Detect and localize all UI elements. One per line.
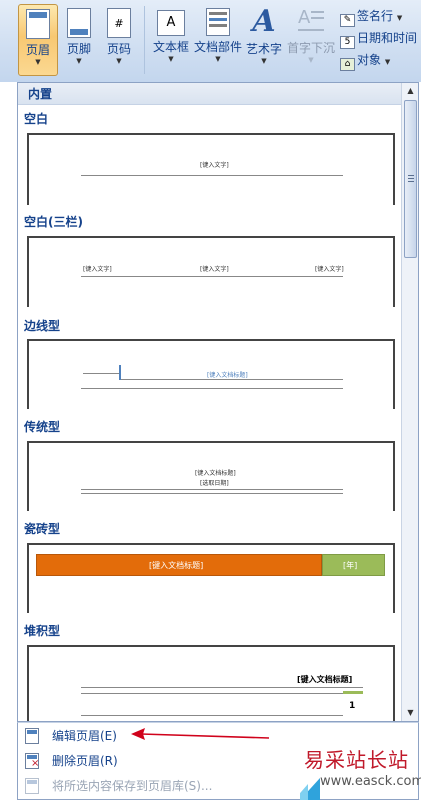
section-title: 堆积型: [24, 624, 61, 638]
divider: [81, 693, 343, 694]
chevron-down-icon: ▼: [35, 58, 41, 66]
footer-button-label: 页脚: [66, 42, 91, 56]
object-label: 对象: [357, 53, 382, 67]
header-gallery: 空白 [键入文字] 空白(三栏) [键入文字] [键入文字] [键入文字] 边线…: [18, 106, 400, 721]
section-title: 瓷砖型: [24, 522, 61, 536]
drop-cap-icon: A: [298, 7, 324, 37]
header-button[interactable]: 页眉 ▼: [18, 4, 58, 76]
chevron-down-icon: ▼: [116, 57, 122, 65]
gallery-scrollbar[interactable]: ▲ ▼: [401, 83, 418, 721]
header-gallery-panel: 内置 空白 [键入文字] 空白(三栏) [键入文字] [键入文字] [键入文字]…: [17, 82, 419, 722]
scroll-up-icon[interactable]: ▲: [402, 83, 418, 99]
menu-item-label: 删除页眉(R): [52, 754, 118, 768]
footer-button[interactable]: 页脚 ▼: [60, 4, 98, 76]
date-time-button[interactable]: 5 日期和时间: [340, 29, 417, 49]
annotation-arrow: [131, 728, 270, 740]
textbox-button[interactable]: A 文本框 ▼: [150, 4, 192, 76]
gallery-header: 内置: [18, 83, 418, 105]
edit-header-icon: [25, 728, 39, 744]
side-line-mark: [119, 365, 121, 380]
date-time-icon: 5: [340, 36, 355, 49]
placeholder-text: [键入文档标题]: [207, 372, 248, 379]
header-template-tiles[interactable]: [键入文档标题] [年]: [27, 543, 395, 613]
placeholder-text: [年]: [343, 561, 358, 570]
header-button-label: 页眉: [25, 43, 50, 57]
header-template-traditional[interactable]: [键入文档标题] [选取日期]: [27, 441, 395, 511]
drop-cap-button-label: 首字下沉: [286, 41, 335, 55]
section-title: 边线型: [24, 319, 61, 333]
textbox-button-label: 文本框: [152, 40, 189, 54]
placeholder-text: [键入文档标题]: [297, 675, 353, 684]
quick-parts-button-label: 文档部件: [193, 40, 242, 54]
watermark-title: 易采站长站: [304, 748, 409, 772]
quick-parts-icon: [206, 8, 230, 36]
header-template-sideline[interactable]: [键入文档标题]: [27, 339, 395, 409]
page-number-button-label: 页码: [106, 42, 131, 56]
signature-line-label: 签名行: [357, 9, 394, 23]
divider: [83, 373, 119, 374]
green-bar: [343, 691, 363, 694]
footer-icon: [67, 8, 91, 38]
signature-line-icon: ✎: [340, 14, 355, 27]
wordart-icon: A: [252, 4, 276, 39]
save-to-gallery-icon: [25, 778, 39, 794]
ribbon-separator: [144, 6, 145, 74]
section-title: 空白(三栏): [24, 215, 83, 229]
divider: [81, 687, 363, 688]
chevron-down-icon: ▼: [396, 14, 403, 22]
chevron-down-icon: ▼: [261, 57, 267, 65]
divider: [81, 388, 343, 389]
placeholder-text: [键入文字]: [83, 266, 112, 273]
drop-cap-button[interactable]: A 首字下沉 ▼: [286, 4, 336, 76]
placeholder-text: [键入文字]: [200, 162, 229, 169]
page-number-button[interactable]: # 页码 ▼: [100, 4, 138, 76]
menu-item-label: 编辑页眉(E): [52, 729, 117, 743]
tile-year-bar: [年]: [322, 554, 385, 576]
divider: [81, 175, 343, 176]
chevron-down-icon: ▼: [168, 55, 174, 63]
menu-item-label: 将所选内容保存到页眉库(S)...: [52, 779, 213, 793]
section-title: 传统型: [24, 420, 61, 434]
divider: [81, 489, 343, 490]
header-icon: [26, 9, 50, 39]
placeholder-text: [键入文字]: [315, 266, 344, 273]
wordart-button[interactable]: A 艺术字 ▼: [244, 4, 284, 76]
scrollbar-thumb[interactable]: [404, 100, 417, 258]
header-template-blank-three-column[interactable]: [键入文字] [键入文字] [键入文字]: [27, 236, 395, 307]
placeholder-text: [键入文档标题]: [195, 470, 236, 477]
scroll-down-icon[interactable]: ▼: [402, 705, 418, 721]
remove-header-icon: ×: [25, 753, 39, 769]
placeholder-text: [键入文字]: [200, 266, 229, 273]
object-icon: ⌂: [340, 58, 355, 71]
date-time-label: 日期和时间: [357, 31, 418, 45]
divider: [81, 276, 343, 277]
placeholder-text: [键入文档标题]: [149, 561, 204, 570]
object-button[interactable]: ⌂ 对象 ▼: [340, 51, 390, 71]
watermark-triangle: [300, 784, 308, 800]
site-watermark: 易采站长站 www.easck.com: [300, 742, 421, 800]
placeholder-text: [选取日期]: [200, 480, 229, 487]
watermark-url: www.easck.com: [320, 774, 421, 789]
header-template-stacks[interactable]: [键入文档标题] 1: [27, 645, 395, 721]
chevron-down-icon: ▼: [308, 56, 314, 64]
tile-title-bar: [键入文档标题]: [36, 554, 322, 576]
divider: [121, 379, 343, 380]
wordart-button-label: 艺术字: [245, 42, 282, 56]
ribbon: 页眉 ▼ 页脚 ▼ # 页码 ▼ A 文本框 ▼ 文档部件 ▼ A 艺术字 ▼ …: [0, 0, 421, 82]
page-number-text: 1: [349, 701, 356, 711]
chevron-down-icon: ▼: [76, 57, 82, 65]
divider: [81, 493, 343, 494]
page-number-icon: #: [107, 8, 131, 38]
quick-parts-button[interactable]: 文档部件 ▼: [192, 4, 244, 76]
chevron-down-icon: ▼: [215, 55, 221, 63]
section-title: 空白: [24, 112, 49, 126]
divider: [81, 715, 343, 716]
textbox-icon: A: [157, 10, 185, 36]
header-template-blank[interactable]: [键入文字]: [27, 133, 395, 205]
signature-line-button[interactable]: ✎ 签名行 ▼: [340, 7, 402, 27]
chevron-down-icon: ▼: [384, 58, 391, 66]
